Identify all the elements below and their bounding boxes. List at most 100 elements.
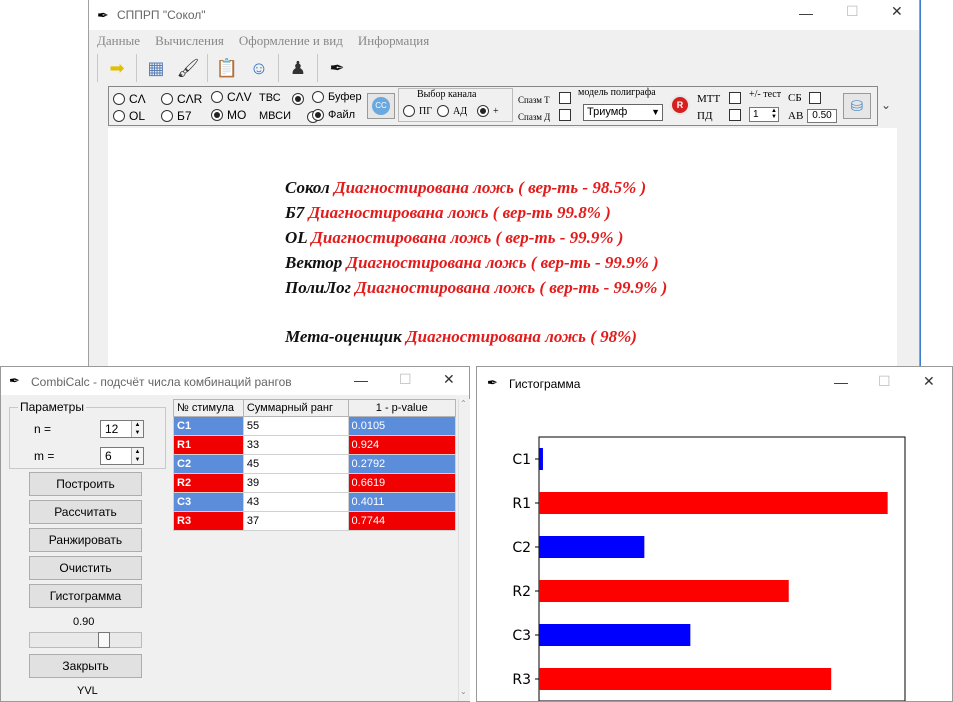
channel-plus[interactable]: + [477,105,499,117]
pvalue-cell[interactable]: 0.6619 [347,473,457,493]
stimulus-cell[interactable]: C2 [173,454,244,474]
cc-button[interactable]: CC [367,93,395,119]
head-icon[interactable]: ☺ [246,55,272,81]
pvalue-cell[interactable]: 0.0105 [347,416,457,436]
buffer-option[interactable]: Буфер [312,91,362,103]
database-icon[interactable]: ⛁ [843,93,871,119]
mtt-checkbox[interactable] [729,92,741,104]
channel-ad[interactable]: АД [437,105,467,117]
clipboard-icon[interactable]: 📋 [214,55,240,81]
spasm-d-label: Спазм Д [518,112,551,122]
stimulus-cell[interactable]: R1 [173,435,244,455]
pvalue-cell[interactable]: 0.924 [347,435,457,455]
build-button[interactable]: Построить [29,472,142,496]
pd-checkbox[interactable] [729,109,741,121]
option-mo[interactable]: MO [211,108,246,122]
maximize-icon[interactable]: ☐ [846,3,859,20]
pvalue-cell[interactable]: 0.4011 [347,492,457,512]
option-ca-label: CΛ [129,92,146,106]
model-select-value: Триумф [587,106,628,118]
threshold-slider[interactable] [29,632,142,648]
app-logo-icon: ✒ [9,373,20,388]
option-car[interactable]: CΛR [161,92,202,106]
pvalue-cell[interactable]: 0.2792 [347,454,457,474]
rank-cell[interactable]: 45 [242,454,349,474]
calculate-button[interactable]: Рассчитать [29,500,142,524]
column-header-stimulus[interactable]: № стимула [173,399,244,417]
y-tick-label: R1 [512,496,531,512]
spinner-arrows-icon: ▲ ▼ [131,448,143,464]
table-row[interactable]: R3 37 0.7744 [173,511,457,531]
logo-icon[interactable]: ✒ [324,55,350,81]
scroll-down-icon[interactable]: ⌄ [460,687,467,696]
bar-r3 [539,668,832,690]
av-label: АВ [788,110,804,122]
person-icon[interactable]: ♟ [285,55,311,81]
table-row[interactable]: R1 33 0.924 [173,435,457,455]
option-cav[interactable]: CΛV [211,90,252,104]
histogram-button[interactable]: Гистограмма [29,584,142,608]
clear-button[interactable]: Очистить [29,556,142,580]
result-b7: Б7 Диагностирована ложь ( вер-ть 99.8% ) [285,203,611,222]
file-option[interactable]: Файл [312,109,355,121]
close-icon[interactable]: ✕ [443,371,455,388]
close-icon[interactable]: ✕ [923,373,935,390]
params-title: Параметры [18,400,86,414]
av-field[interactable]: 0.50 [807,109,837,123]
rank-cell[interactable]: 55 [242,416,349,436]
dropdown-arrow-icon: ▼ [651,107,660,117]
table-scrollbar[interactable]: ⌃ ⌄ [458,399,470,701]
spasm-t-checkbox[interactable] [559,92,571,104]
minimize-icon[interactable]: — [354,372,368,388]
vertical-scrollbar[interactable] [897,128,919,380]
scroll-up-icon[interactable]: ⌃ [460,399,467,408]
slider-thumb[interactable] [98,632,110,648]
close-icon[interactable]: ✕ [891,3,903,20]
stimulus-cell[interactable]: C3 [173,492,244,512]
spinner-arrows-icon: ▲ ▼ [131,421,143,437]
maximize-icon[interactable]: ☐ [878,373,891,390]
option-ol[interactable]: OL [113,109,145,123]
table-row[interactable]: C1 55 0.0105 [173,416,457,436]
maximize-icon[interactable]: ☐ [399,371,412,388]
pvalue-cell[interactable]: 0.7744 [347,511,457,531]
table-row[interactable]: C3 43 0.4011 [173,492,457,512]
option-ca[interactable]: CΛ [113,92,146,106]
brush-icon[interactable]: 🖌 [175,55,201,81]
tvs-radio[interactable] [292,92,304,105]
column-header-pvalue[interactable]: 1 - p-value [347,399,457,417]
m-spinner[interactable]: 6 ▲ ▼ [100,447,144,465]
r-button[interactable]: R [670,95,690,115]
rank-cell[interactable]: 39 [242,473,349,493]
rank-button[interactable]: Ранжировать [29,528,142,552]
menu-compute[interactable]: Вычисления [155,33,224,49]
n-spinner[interactable]: 12 ▲ ▼ [100,420,144,438]
arrow-icon[interactable]: ➡ [104,55,130,81]
minimize-icon[interactable]: — [799,5,813,21]
app-logo-icon: ✒ [487,375,498,390]
option-b7[interactable]: Б7 [161,109,192,123]
stimulus-cell[interactable]: R2 [173,473,244,493]
table-row[interactable]: R2 39 0.6619 [173,473,457,493]
model-select[interactable]: Триумф ▼ [583,104,663,121]
menu-data[interactable]: Данные [97,33,140,49]
channel-pg[interactable]: ПГ [403,105,432,117]
stimulus-cell[interactable]: C1 [173,416,244,436]
table-row[interactable]: C2 45 0.2792 [173,454,457,474]
rank-cell[interactable]: 33 [242,435,349,455]
rank-cell[interactable]: 37 [242,511,349,531]
test-spinner[interactable]: 1 ▲ ▼ [749,107,779,122]
menu-info[interactable]: Информация [358,33,429,49]
spasm-d-checkbox[interactable] [559,109,571,121]
minimize-icon[interactable]: — [834,374,848,390]
calculator-icon[interactable]: ▦ [143,55,169,81]
close-button[interactable]: Закрыть [29,654,142,678]
stimulus-cell[interactable]: R3 [173,511,244,531]
rank-cell[interactable]: 43 [242,492,349,512]
buffer-label: Буфер [328,91,362,103]
column-header-rank[interactable]: Суммарный ранг [242,399,349,417]
sb-checkbox[interactable] [809,92,821,104]
collapse-chevron-icon[interactable]: ⌄ [881,98,891,112]
menu-appearance[interactable]: Оформление и вид [239,33,343,49]
results-table-container: № стимула Суммарный ранг 1 - p-value C1 5… [173,399,457,531]
